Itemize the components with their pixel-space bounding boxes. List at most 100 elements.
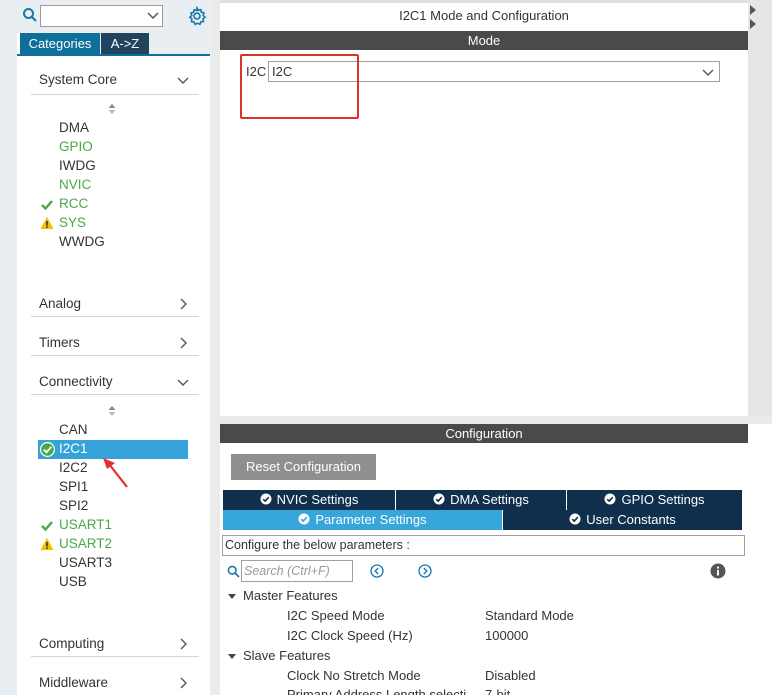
list-item-iwdg[interactable]: IWDG <box>59 158 96 176</box>
tab-label: DMA Settings <box>450 492 529 507</box>
chevron-down-icon <box>702 66 714 81</box>
category-middleware[interactable]: Middleware <box>39 675 199 695</box>
list-item-usart2[interactable]: USART2 <box>59 536 112 554</box>
tab-user-constants[interactable]: User Constants <box>503 510 742 530</box>
category-label: Analog <box>39 296 82 311</box>
category-divider <box>31 94 199 95</box>
scroll-up-arrows-icon[interactable] <box>107 405 117 417</box>
config-description: Configure the below parameters : <box>222 535 745 556</box>
tab-a-to-z[interactable]: A->Z <box>101 33 149 54</box>
chevron-right-icon <box>177 337 189 352</box>
chevron-right-icon <box>177 677 189 692</box>
top-strip <box>220 0 772 3</box>
search-icon <box>227 565 240 581</box>
param-value[interactable]: Standard Mode <box>485 608 574 623</box>
collapsed-side-panel[interactable] <box>748 0 772 416</box>
param-value[interactable]: 7-bit <box>485 687 510 695</box>
list-item-usb[interactable]: USB <box>59 574 87 592</box>
group-label: Master Features <box>243 588 338 603</box>
list-item-gpio[interactable]: GPIO <box>59 139 93 157</box>
tab-label: User Constants <box>586 512 676 527</box>
list-item-i2c2[interactable]: I2C2 <box>59 460 88 478</box>
param-name: I2C Clock Speed (Hz) <box>287 628 413 643</box>
param-name: I2C Speed Mode <box>287 608 385 623</box>
chevron-right-icon <box>177 298 189 313</box>
category-label: Computing <box>39 636 105 651</box>
param-name: Clock No Stretch Mode <box>287 668 421 683</box>
category-label: Timers <box>39 335 80 350</box>
list-item-label: I2C1 <box>59 441 88 456</box>
search-input[interactable] <box>40 5 163 27</box>
chevron-down-icon[interactable] <box>147 9 159 24</box>
category-system-core[interactable]: System Core <box>39 72 199 92</box>
param-group-master-features[interactable]: Master Features <box>228 588 338 603</box>
parameter-search-input[interactable]: Search (Ctrl+F) <box>241 560 353 582</box>
tab-parameter-settings[interactable]: Parameter Settings <box>223 510 502 530</box>
category-timers[interactable]: Timers <box>39 335 199 355</box>
param-value[interactable]: Disabled <box>485 668 536 683</box>
chevron-down-icon <box>177 74 189 89</box>
tab-underline <box>17 54 210 56</box>
list-item-wwdg[interactable]: WWDG <box>59 234 105 252</box>
category-divider <box>31 316 199 317</box>
check-circle-icon <box>433 491 445 511</box>
param-group-slave-features[interactable]: Slave Features <box>228 648 330 663</box>
chevron-right-icon <box>177 638 189 653</box>
category-label: Connectivity <box>39 374 113 389</box>
collapse-triangle-icon <box>228 594 236 600</box>
category-label: System Core <box>39 72 118 87</box>
param-value[interactable]: 100000 <box>485 628 528 643</box>
tab-gpio-settings[interactable]: GPIO Settings <box>567 490 742 510</box>
mode-header: Mode <box>220 31 748 50</box>
tab-label: NVIC Settings <box>276 492 359 507</box>
tab-label: Parameter Settings <box>315 512 427 527</box>
list-item-usart3[interactable]: USART3 <box>59 555 112 573</box>
category-divider <box>31 355 199 356</box>
warning-icon <box>40 216 54 230</box>
category-label: Middleware <box>39 675 109 690</box>
check-circle-icon <box>260 491 272 511</box>
search-icon <box>22 7 38 23</box>
list-item-rcc[interactable]: RCC <box>59 196 88 214</box>
check-circle-icon <box>39 441 56 461</box>
list-item-spi1[interactable]: SPI1 <box>59 479 88 497</box>
scroll-up-arrows-icon[interactable] <box>107 103 117 115</box>
list-item-dma[interactable]: DMA <box>59 120 89 138</box>
list-item-nvic[interactable]: NVIC <box>59 177 91 195</box>
expand-right-icon[interactable] <box>750 19 756 29</box>
gear-icon[interactable] <box>187 5 207 26</box>
warning-icon <box>40 537 54 551</box>
check-circle-icon <box>569 511 581 531</box>
category-computing[interactable]: Computing <box>39 636 199 656</box>
category-analog[interactable]: Analog <box>39 296 199 316</box>
check-circle-icon <box>604 491 616 511</box>
category-divider <box>31 656 199 657</box>
list-item-usart1[interactable]: USART1 <box>59 517 112 535</box>
reset-configuration-button[interactable]: Reset Configuration <box>231 454 376 480</box>
list-item-sys[interactable]: SYS <box>59 215 86 233</box>
category-connectivity[interactable]: Connectivity <box>39 374 199 394</box>
panel-divider[interactable] <box>212 0 220 695</box>
check-icon <box>40 198 54 212</box>
previous-match-icon[interactable] <box>370 564 384 578</box>
configuration-header: Configuration <box>220 424 748 443</box>
check-circle-icon <box>298 511 310 531</box>
param-name: Primary Address Length selecti <box>287 687 467 695</box>
tab-label: GPIO Settings <box>621 492 705 507</box>
check-icon <box>40 519 54 533</box>
next-match-icon[interactable] <box>418 564 432 578</box>
tab-categories[interactable]: Categories <box>17 33 100 54</box>
tab-dma-settings[interactable]: DMA Settings <box>396 490 566 510</box>
collapse-triangle-icon <box>228 654 236 660</box>
list-item-can[interactable]: CAN <box>59 422 88 440</box>
group-label: Slave Features <box>243 648 331 663</box>
chevron-down-icon <box>177 376 189 391</box>
expand-right-icon[interactable] <box>750 5 756 15</box>
category-divider <box>31 394 199 395</box>
list-item-spi2[interactable]: SPI2 <box>59 498 88 516</box>
red-arrow-annotation-icon <box>100 456 132 493</box>
info-icon[interactable] <box>710 563 726 582</box>
horizontal-splitter[interactable] <box>220 416 772 424</box>
tab-nvic-settings[interactable]: NVIC Settings <box>223 490 395 510</box>
red-highlight-annotation <box>240 54 359 119</box>
